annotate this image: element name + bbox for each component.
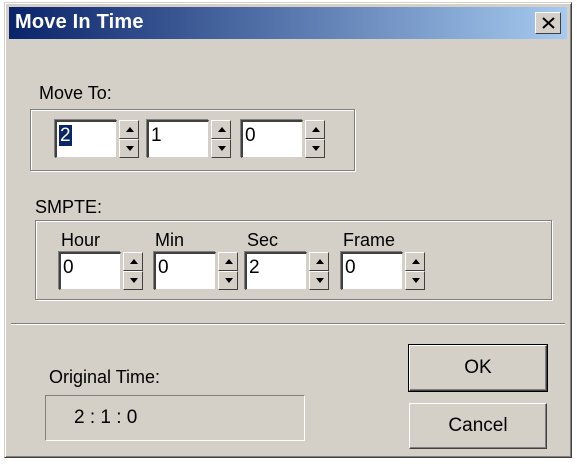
arrow-down-icon — [412, 278, 420, 283]
spin-up-button[interactable] — [405, 252, 425, 271]
move-in-time-dialog: Move In Time Move To: 2 1 0 SMPTE: Hour … — [4, 2, 572, 458]
arrow-down-icon — [126, 146, 134, 151]
divider — [11, 323, 565, 325]
move-to-label: Move To: — [39, 83, 112, 103]
arrow-down-icon — [312, 146, 320, 151]
arrow-down-icon — [225, 278, 233, 283]
frame-label: Frame — [343, 230, 396, 250]
move-to-field-3[interactable]: 0 — [241, 120, 303, 158]
spin-up-button[interactable] — [119, 120, 139, 139]
arrow-up-icon — [225, 259, 233, 264]
hour-label: Hour — [61, 230, 101, 250]
move-to-spinner-3[interactable] — [305, 120, 325, 158]
cancel-button[interactable]: Cancel — [409, 403, 547, 449]
title-bar[interactable]: Move In Time — [9, 7, 567, 39]
spin-up-button[interactable] — [123, 252, 143, 271]
arrow-up-icon — [312, 127, 320, 132]
hour-spinner[interactable] — [123, 252, 143, 290]
spin-down-button[interactable] — [211, 139, 231, 158]
window-title: Move In Time — [15, 11, 144, 33]
arrow-down-icon — [218, 146, 226, 151]
spin-up-button[interactable] — [309, 252, 329, 271]
spin-down-button[interactable] — [305, 139, 325, 158]
smpte-label: SMPTE: — [35, 197, 103, 217]
hour-field[interactable]: 0 — [59, 252, 121, 290]
sec-field[interactable]: 2 — [245, 252, 307, 290]
spin-down-button[interactable] — [309, 271, 329, 290]
arrow-up-icon — [316, 259, 324, 264]
original-time-label: Original Time: — [49, 367, 161, 387]
arrow-down-icon — [130, 278, 138, 283]
original-time-display: 2 : 1 : 0 — [45, 395, 305, 441]
min-field[interactable]: 0 — [154, 252, 216, 290]
spin-up-button[interactable] — [305, 120, 325, 139]
spin-down-button[interactable] — [218, 271, 238, 290]
arrow-up-icon — [126, 127, 134, 132]
arrow-up-icon — [412, 259, 420, 264]
frame-field[interactable]: 0 — [341, 252, 403, 290]
spin-up-button[interactable] — [211, 120, 231, 139]
frame-spinner[interactable] — [405, 252, 425, 290]
spin-down-button[interactable] — [405, 271, 425, 290]
ok-button[interactable]: OK — [408, 344, 548, 392]
move-to-spinner-1[interactable] — [119, 120, 139, 158]
spin-down-button[interactable] — [123, 271, 143, 290]
sec-label: Sec — [247, 230, 279, 250]
move-to-field-1[interactable]: 2 — [55, 120, 117, 158]
arrow-up-icon — [218, 127, 226, 132]
spin-down-button[interactable] — [119, 139, 139, 158]
move-to-field-2[interactable]: 1 — [147, 120, 209, 158]
min-label: Min — [155, 230, 185, 250]
spin-up-button[interactable] — [218, 252, 238, 271]
arrow-down-icon — [316, 278, 324, 283]
close-icon — [542, 17, 555, 29]
sec-spinner[interactable] — [309, 252, 329, 290]
move-to-spinner-2[interactable] — [211, 120, 231, 158]
close-button[interactable] — [535, 12, 561, 34]
arrow-up-icon — [130, 259, 138, 264]
original-time-value: 2 : 1 : 0 — [74, 407, 138, 428]
min-spinner[interactable] — [218, 252, 238, 290]
